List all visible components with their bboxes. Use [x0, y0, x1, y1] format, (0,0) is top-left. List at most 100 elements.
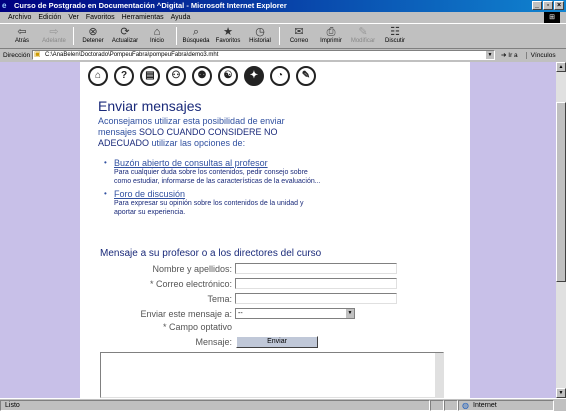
- scroll-down-icon[interactable]: ▼: [556, 388, 566, 398]
- email-label: * Correo electrónico:: [149, 278, 232, 289]
- minimize-button[interactable]: _: [532, 1, 542, 10]
- idea-nav-icon[interactable]: ✦: [244, 66, 264, 86]
- edit-icon: ✎: [358, 26, 368, 38]
- window-titlebar: e Curso de Postgrado en Documentación ^D…: [0, 0, 566, 12]
- toolbar-label: Favoritos: [215, 38, 241, 44]
- people-nav-icon[interactable]: ⚉: [192, 66, 212, 86]
- topic-input[interactable]: [235, 293, 397, 304]
- scroll-up-icon[interactable]: ▲: [556, 62, 566, 72]
- textarea-scrollbar[interactable]: [435, 353, 443, 397]
- favorites-icon: ★: [223, 26, 233, 38]
- home-nav-icon[interactable]: ⌂: [88, 66, 108, 86]
- discuss-icon: ☷: [390, 26, 400, 38]
- zone-label: Internet: [473, 401, 497, 409]
- name-label: Nombre y apellidos:: [152, 263, 232, 274]
- menu-edicion[interactable]: Edición: [38, 12, 61, 23]
- maximize-button[interactable]: ▫: [543, 1, 553, 10]
- page-icon: ▣: [34, 51, 41, 58]
- form-heading: Mensaje a su profesor o a los directores…: [100, 248, 322, 259]
- toolbar-label: Discutir: [384, 38, 405, 44]
- toolbar: ⇦ Atrás ⇨ Adelante ⊗ Detener ⟳ Actualizar ⌂ Inici…: [0, 23, 566, 49]
- toolbar-separator: [73, 27, 74, 45]
- toolbar-favorites-button[interactable]: ★ Favoritos: [212, 24, 244, 48]
- toolbar-label: Búsqueda: [182, 38, 210, 44]
- toolbar-label: Inicio: [149, 38, 164, 44]
- help-nav-icon[interactable]: ?: [114, 66, 134, 86]
- toolbar-history-button[interactable]: ◷ Historial: [244, 24, 276, 48]
- notes-nav-icon[interactable]: ✎: [296, 66, 316, 86]
- menu-herramientas[interactable]: Herramientas: [122, 12, 164, 23]
- close-button[interactable]: ×: [554, 1, 564, 10]
- intro-part-2: utilizar las opciones de:: [149, 138, 246, 148]
- stop-icon: ⊗: [88, 26, 98, 38]
- toolbar-back-arrow-button[interactable]: ⇦ Atrás: [6, 24, 38, 48]
- message-textarea[interactable]: [100, 352, 444, 398]
- group-nav-icon[interactable]: ⚇: [166, 66, 186, 86]
- consultas-link[interactable]: Buzón abierto de consultas al profesor: [114, 158, 324, 168]
- toolbar-label: Actualizar: [111, 38, 139, 44]
- toolbar-label: Modificar: [350, 38, 376, 44]
- options-list: • Buzón abierto de consultas al profesor…: [104, 158, 324, 220]
- optional-note: * Campo optativo: [162, 322, 232, 332]
- email-input[interactable]: [235, 278, 397, 289]
- home-icon: ⌂: [153, 26, 161, 38]
- sendto-label: Enviar este mensaje a:: [140, 308, 232, 319]
- globe-icon: ◍: [462, 400, 469, 410]
- back-arrow-icon: ⇦: [17, 26, 27, 38]
- toolbar-mail-button[interactable]: ✉ Correo: [283, 24, 315, 48]
- vertical-scrollbar[interactable]: ▲ ▼: [556, 62, 566, 398]
- toolbar-home-button[interactable]: ⌂ Inicio: [141, 24, 173, 48]
- document-nav-icon[interactable]: ▤: [140, 66, 160, 86]
- topic-label: Tema:: [207, 293, 232, 304]
- toolbar-separator: [176, 27, 177, 45]
- send-button[interactable]: Enviar: [236, 336, 318, 348]
- menu-bar: Archivo Edición Ver Favoritos Herramient…: [0, 12, 566, 23]
- foro-link[interactable]: Foro de discusión: [114, 189, 324, 199]
- toolbar-discuss-button[interactable]: ☷ Discutir: [379, 24, 411, 48]
- window-title: Curso de Postgrado en Documentación ^Dig…: [14, 1, 287, 10]
- intro-text: Aconsejamos utilizar esta posibilidad de…: [98, 116, 318, 149]
- refresh-icon: ⟳: [120, 26, 130, 38]
- toolbar-print-button[interactable]: ⎙ Imprimir: [315, 24, 347, 48]
- address-bar: Dirección ▣ C:\AnaBelen\Doctorado\Pompeu…: [0, 49, 566, 61]
- email-row: * Correo electrónico:: [140, 278, 397, 289]
- toolbar-label: Imprimir: [320, 38, 342, 44]
- optional-row: * Campo optativo: [140, 322, 232, 332]
- topic-row: Tema:: [140, 293, 397, 304]
- sendto-row: Enviar este mensaje a: -- ▼: [110, 308, 355, 319]
- toolbar-label: Adelante: [42, 38, 66, 44]
- page-content: ⌂? ▤ ⚇ ⚉ ☯ ✦ ◔ ✎ Enviar mensajes Aconsejamos ut…: [80, 62, 470, 398]
- toolbar-edit-button: ✎ Modificar: [347, 24, 379, 48]
- menu-ver[interactable]: Ver: [68, 12, 79, 23]
- list-item: • Foro de discusión Para expresar su opi…: [104, 189, 324, 217]
- scroll-thumb[interactable]: [556, 102, 566, 282]
- toolbar-stop-button[interactable]: ⊗ Detener: [77, 24, 109, 48]
- nav-icon-row: ⌂? ▤ ⚇ ⚉ ☯ ✦ ◔ ✎: [88, 66, 316, 86]
- recipient-select[interactable]: -- ▼: [235, 308, 355, 319]
- address-dropdown-icon[interactable]: ▼: [486, 51, 494, 59]
- list-item: • Buzón abierto de consultas al profesor…: [104, 158, 324, 186]
- name-input[interactable]: [235, 263, 397, 274]
- consultas-desc: Para cualquier duda sobre los contenidos…: [114, 169, 321, 185]
- address-input[interactable]: ▣ C:\AnaBelen\Doctorado\PompeuFabra\pomp…: [32, 50, 495, 60]
- chat-nav-icon[interactable]: ☯: [218, 66, 238, 86]
- address-label: Dirección: [3, 51, 31, 59]
- toolbar-separator: [279, 27, 280, 45]
- menu-favoritos[interactable]: Favoritos: [86, 12, 115, 23]
- history-icon: ◷: [255, 26, 265, 38]
- message-row: Mensaje: Enviar: [140, 336, 318, 348]
- status-cell: [430, 399, 444, 411]
- menu-ayuda[interactable]: Ayuda: [171, 12, 191, 23]
- toolbar-refresh-button[interactable]: ⟳ Actualizar: [109, 24, 141, 48]
- go-label: Ir a: [508, 52, 518, 59]
- go-button[interactable]: ➔ Ir a: [501, 51, 518, 59]
- clock-nav-icon[interactable]: ◔: [270, 66, 290, 86]
- links-button[interactable]: Vínculos: [525, 51, 556, 59]
- toolbar-search-button[interactable]: ⌕ Búsqueda: [180, 24, 212, 48]
- chevron-down-icon: ▼: [346, 309, 354, 318]
- menu-archivo[interactable]: Archivo: [8, 12, 31, 23]
- bullet-icon: •: [104, 158, 107, 167]
- message-label: Mensaje:: [195, 337, 232, 347]
- forward-arrow-icon: ⇨: [49, 26, 59, 38]
- mail-icon: ✉: [294, 26, 304, 38]
